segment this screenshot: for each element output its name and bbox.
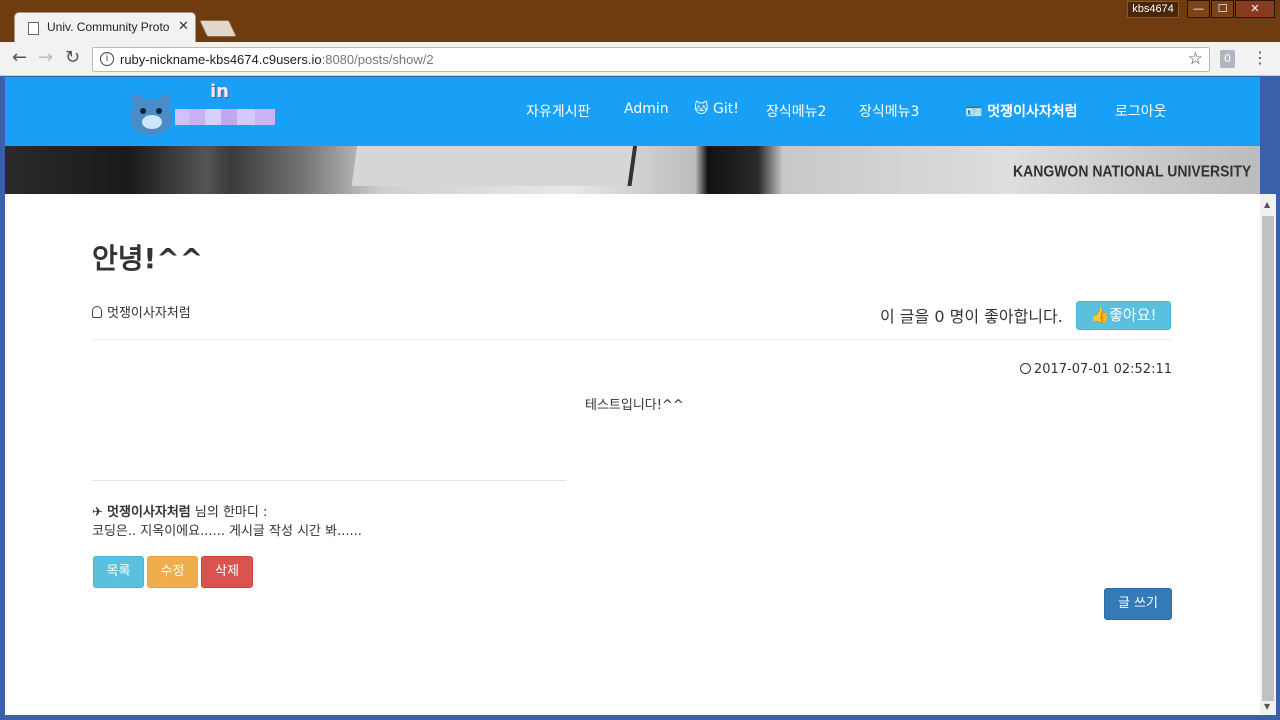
- post-title: 안녕!^^: [92, 242, 204, 275]
- post-date: 2017-07-01 02:52:11: [1019, 362, 1172, 377]
- nav-deco-menu-2[interactable]: 장식메뉴2: [766, 101, 826, 121]
- nav-admin[interactable]: Admin: [624, 101, 669, 117]
- header-banner-image: KANGWON NATIONAL UNIVERSITY: [5, 146, 1260, 194]
- post-date-text: 2017-07-01 02:52:11: [1033, 362, 1172, 377]
- forward-icon[interactable]: →: [38, 47, 53, 68]
- window-border: [0, 715, 1280, 720]
- tab-title: Univ. Community Proto: [47, 20, 170, 34]
- window-titlebar: Univ. Community Proto ✕ kbs4674 — ☐ ✕: [0, 0, 1280, 44]
- divider: [92, 339, 1172, 340]
- paper-plane-icon: ✈: [92, 505, 103, 520]
- banner-text: KANGWON NATIONAL UNIVERSITY: [1013, 162, 1252, 180]
- author-name: 멋쟁이사자처럼: [107, 306, 191, 321]
- page-scrollbar[interactable]: ▲ ▼: [1260, 194, 1276, 715]
- browser-tab[interactable]: Univ. Community Proto ✕: [14, 12, 196, 44]
- new-tab-button[interactable]: [199, 20, 237, 37]
- delete-button[interactable]: 삭제: [201, 556, 253, 588]
- bear-eye: [140, 108, 146, 114]
- list-button[interactable]: 목록: [93, 556, 144, 588]
- url-path: :8080/posts/show/2: [321, 52, 434, 67]
- user-icon: [92, 306, 102, 318]
- signature-header: ✈ 멋쟁이사자처럼 님의 한마디 :: [92, 501, 267, 520]
- clock-icon: [1019, 363, 1031, 374]
- info-icon[interactable]: i: [100, 52, 114, 66]
- bear-snout: [142, 115, 162, 129]
- scroll-thumb[interactable]: [1262, 216, 1274, 701]
- url-text: ruby-nickname-kbs4674.c9users.io:8080/po…: [120, 52, 434, 67]
- maximize-button[interactable]: ☐: [1211, 0, 1234, 18]
- browser-menu-icon[interactable]: ⋮: [1252, 48, 1268, 67]
- likes-count-text: 이 글을 0 명이 좋아합니다.: [880, 307, 1063, 326]
- edit-button[interactable]: 수정: [147, 556, 198, 588]
- like-button[interactable]: 👍좋아요!: [1076, 301, 1171, 330]
- banner-sign-shape: [351, 146, 639, 186]
- blurred-logo-text: [175, 109, 275, 125]
- bookmark-star-icon[interactable]: ☆: [1188, 49, 1203, 69]
- browser-toolbar: ← → ↻ i ruby-nickname-kbs4674.c9users.io…: [0, 42, 1280, 76]
- nav-git[interactable]: 🐱 Git!: [694, 101, 739, 117]
- nav-deco-menu-3[interactable]: 장식메뉴3: [859, 101, 919, 121]
- divider: [92, 480, 566, 481]
- minimize-button[interactable]: —: [1187, 0, 1210, 18]
- signature-name: 멋쟁이사자처럼: [107, 505, 191, 520]
- post-body: 테스트입니다!^^: [585, 398, 684, 413]
- signature-message: 코딩은.. 지옥이에요...... 게시글 작성 시간 봐......: [92, 524, 362, 539]
- nav-free-board[interactable]: 자유게시판: [526, 101, 590, 121]
- page-icon: [28, 22, 39, 35]
- write-post-button[interactable]: 글 쓰기: [1104, 588, 1172, 620]
- nav-profile[interactable]: 🪪 멋쟁이사자처럼: [965, 101, 1077, 121]
- bear-eye: [156, 108, 162, 114]
- url-host: ruby-nickname-kbs4674.c9users.io: [120, 52, 322, 67]
- site-logo[interactable]: in: [130, 81, 280, 137]
- signature-suffix: 님의 한마디 :: [190, 505, 268, 520]
- scroll-up-icon[interactable]: ▲: [1264, 200, 1270, 209]
- bear-logo-icon: [130, 94, 172, 135]
- site-navbar: in 자유게시판 Admin 🐱 Git! 장식메뉴2 장식메뉴3 🪪 멋쟁이사…: [5, 77, 1260, 146]
- address-bar[interactable]: i ruby-nickname-kbs4674.c9users.io:8080/…: [92, 47, 1210, 72]
- reload-icon[interactable]: ↻: [65, 47, 80, 68]
- tab-close-icon[interactable]: ✕: [178, 19, 189, 34]
- logo-text: in: [210, 81, 229, 102]
- nav-logout[interactable]: 로그아웃: [1115, 101, 1167, 121]
- extension-icon[interactable]: 0: [1220, 50, 1235, 68]
- close-window-button[interactable]: ✕: [1235, 0, 1275, 18]
- page-viewport: in 자유게시판 Admin 🐱 Git! 장식메뉴2 장식메뉴3 🪪 멋쟁이사…: [5, 77, 1260, 715]
- post-author: 멋쟁이사자처럼: [92, 302, 191, 321]
- profile-badge[interactable]: kbs4674: [1127, 1, 1179, 18]
- scroll-down-icon[interactable]: ▼: [1264, 702, 1270, 711]
- back-icon[interactable]: ←: [12, 47, 27, 68]
